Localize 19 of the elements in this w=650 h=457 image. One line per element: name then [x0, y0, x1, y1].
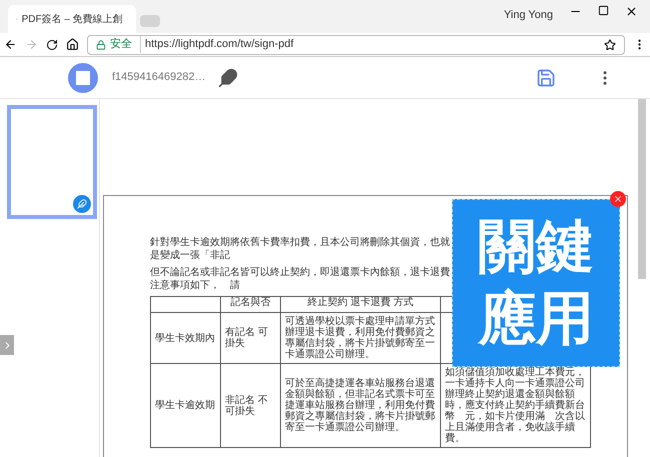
- table-cell: 可透過學校以票卡處理申請單方式辦理退卡退費，利用免付費郵資之專屬信封袋，將卡片掛號郵寄至一卡通票證公司辦理。: [281, 313, 441, 364]
- table-cell: 學生卡效期內: [151, 313, 221, 364]
- stamp-text: 關鍵: [478, 213, 594, 281]
- address-field[interactable]: 安全 https://lightpdf.com/tw/sign-pdf: [87, 34, 625, 54]
- table-cell: 非記名 不可掛失: [221, 364, 281, 448]
- table-cell: 有記名 可掛失: [221, 313, 281, 364]
- user-name: Ying Yong: [504, 8, 553, 23]
- document-text: 但不論記名或非記名皆可以終止契約，即退還票卡內餘額，退卡退費注意事項如下， 請: [150, 266, 450, 292]
- security-label: 安全: [110, 36, 141, 53]
- url-text: https://lightpdf.com/tw/sign-pdf: [145, 37, 294, 52]
- table-cell: 學生卡逾效期: [151, 364, 221, 448]
- table-cell: 可於至高捷捷運各車站服務台退還金額與餘額，但非記名式票卡可至捷運車站服務台辦理，利用免付費郵資之專屬信封袋，將卡片掛號郵寄至一卡通票證公司辦理。: [281, 364, 441, 448]
- stamp-text: 應用: [478, 285, 594, 353]
- document-text: 針對學生卡逾效期將依舊卡費率扣費，且本公司將刪除其個資，也就是變成一張「非記: [150, 236, 450, 262]
- column-header: 記名與否: [221, 297, 281, 313]
- tab-title: PDF簽名 – 免費線上創: [22, 12, 123, 26]
- browser-tab[interactable]: PDF簽名 – 免費線上創: [8, 5, 136, 33]
- file-name: f1459416469282…: [112, 70, 206, 86]
- column-header: 終止契約 退卡退費 方式: [281, 297, 441, 313]
